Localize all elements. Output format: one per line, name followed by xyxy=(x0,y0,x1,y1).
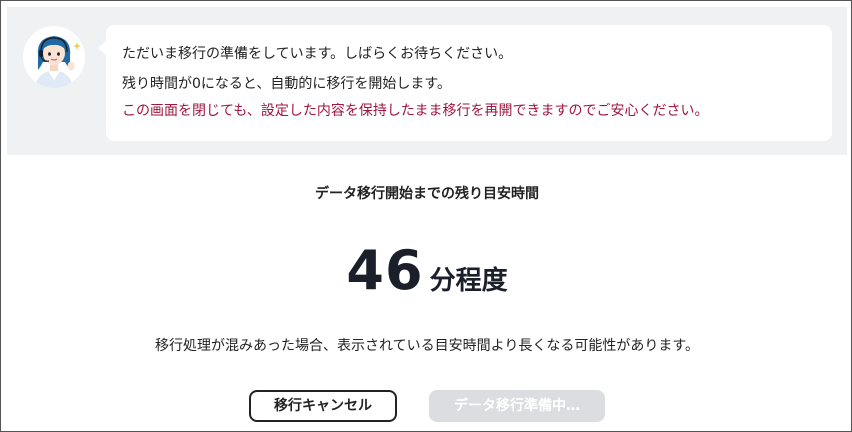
remaining-time-value: 46 xyxy=(346,239,424,302)
message-bubble: ただいま移行の準備をしています。しばらくお待ちください。 残り時間が0になると、… xyxy=(98,25,832,141)
notice-line-waiting: ただいま移行の準備をしています。しばらくお待ちください。 xyxy=(122,46,513,62)
delay-note: 移行処理が混みあった場合、表示されている目安時間より長くなる可能性があります。 xyxy=(155,338,699,354)
notice-line-auto-start: 残り時間が0になると、自動的に移行を開始します。 xyxy=(122,76,451,92)
cancel-migration-button[interactable]: 移行キャンセル xyxy=(249,390,397,422)
operator-illustration-icon xyxy=(35,36,81,88)
remaining-time-display: 46 分程度 xyxy=(1,239,852,302)
notice-line-resume-warning: この画面を閉じても、設定した内容を保持したまま移行を再開できますのでご安心くださ… xyxy=(122,103,709,119)
remaining-time-unit: 分程度 xyxy=(429,266,508,296)
preparing-migration-button: データ移行準備中… xyxy=(429,390,605,422)
remaining-time-title: データ移行開始までの残り目安時間 xyxy=(315,186,539,202)
bubble-tail xyxy=(98,40,107,56)
support-operator-avatar xyxy=(23,26,85,88)
notice-panel: ただいま移行の準備をしています。しばらくお待ちください。 残り時間が0になると、… xyxy=(7,7,847,155)
migration-wait-screen: ただいま移行の準備をしています。しばらくお待ちください。 残り時間が0になると、… xyxy=(0,0,852,432)
